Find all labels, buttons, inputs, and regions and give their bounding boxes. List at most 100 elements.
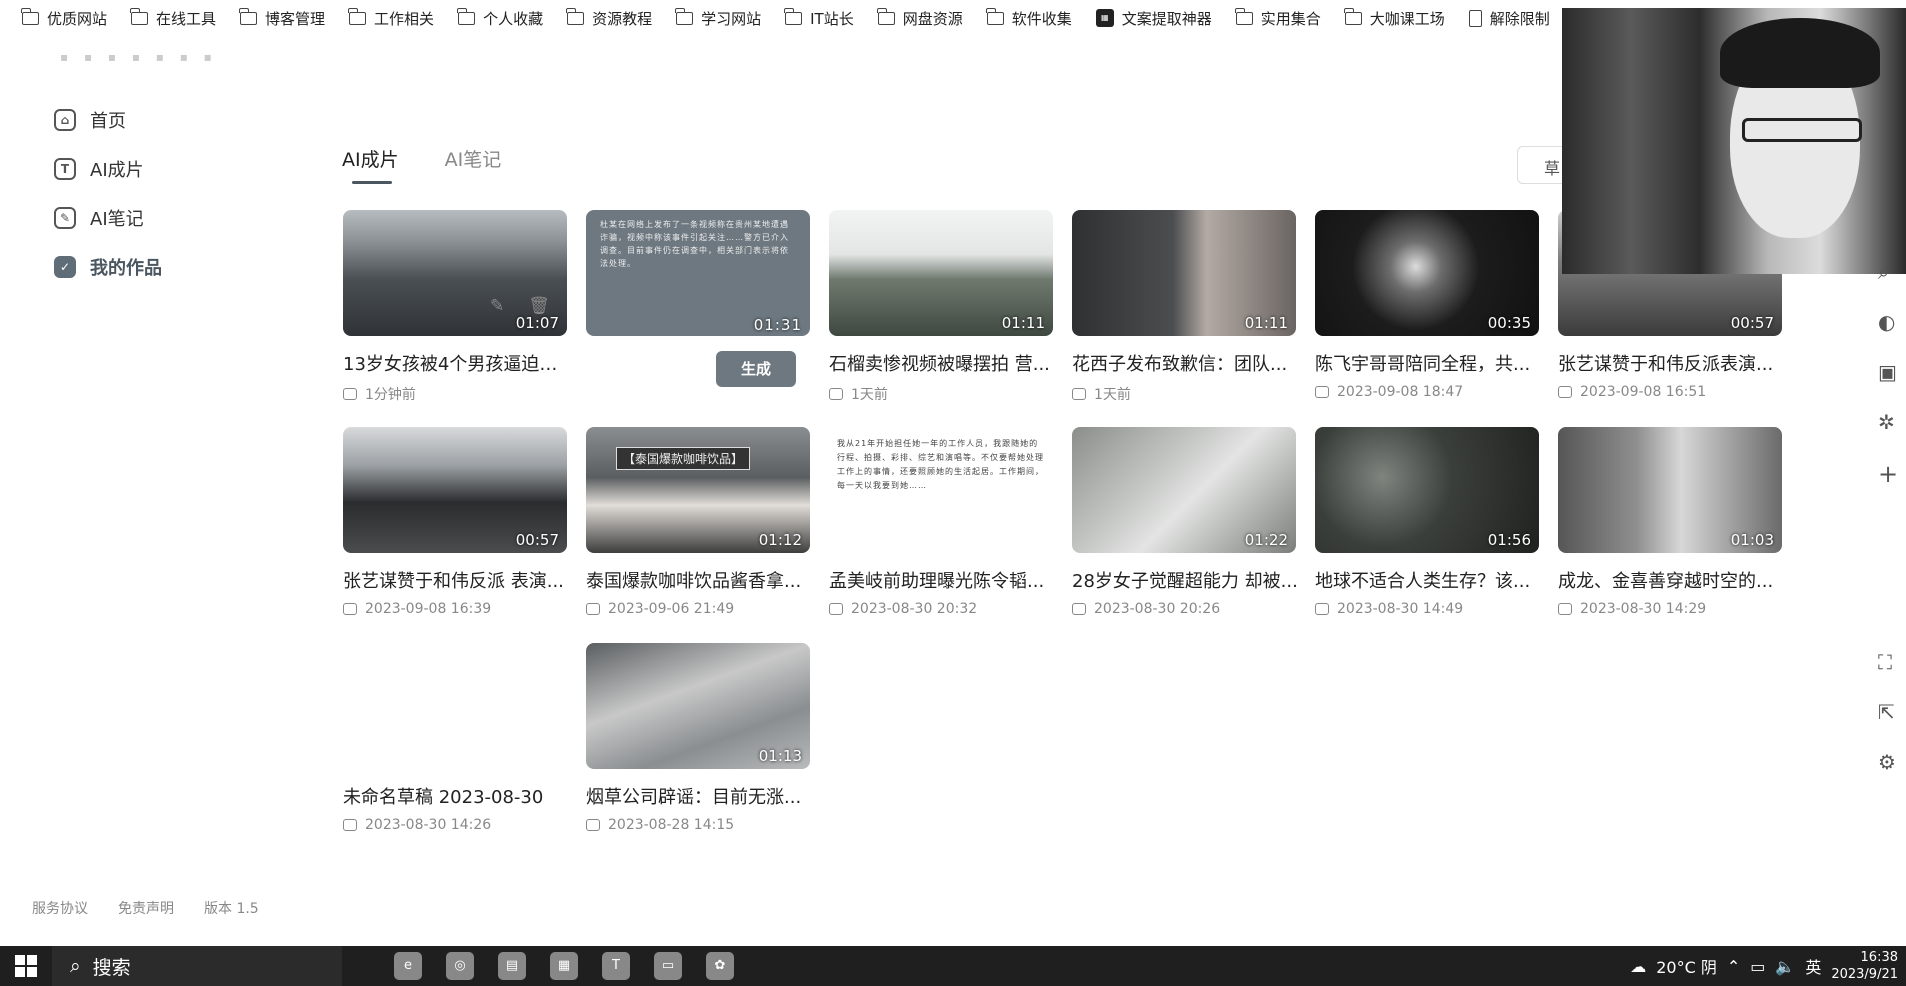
video-thumbnail[interactable]: 01:03 (1558, 427, 1782, 553)
disclaimer-link[interactable]: 免责声明 (118, 898, 174, 918)
taskbar-app[interactable]: ✿ (694, 946, 746, 986)
bookmark-item[interactable]: 在线工具 (119, 0, 228, 36)
work-card[interactable]: 01:11 花西子发布致歉信：团队... 1天前 (1072, 210, 1296, 404)
copilot-icon[interactable]: ◐ (1878, 310, 1895, 334)
card-title[interactable]: 泰国爆款咖啡饮品酱香拿... (586, 567, 814, 593)
sidebar-item-ai-video[interactable]: T AI成片 (54, 149, 144, 189)
bookmark-item[interactable]: 网盘资源 (866, 0, 975, 36)
sidebar-item-my-works[interactable]: ✓ 我的作品 (54, 247, 162, 287)
browser-icon: e (394, 952, 422, 980)
open-external-icon[interactable]: ⇱ (1878, 700, 1895, 724)
volume-icon[interactable]: 🔈 (1775, 957, 1795, 976)
screenshot-icon[interactable]: ⛶ (1878, 650, 1892, 674)
taskbar-app[interactable]: ▤ (486, 946, 538, 986)
duration-label: 01:56 (1487, 531, 1531, 549)
taskbar-app[interactable]: ▭ (642, 946, 694, 986)
taskbar-apps: e ◎ ▤ ▦ T ▭ ✿ (382, 946, 746, 986)
video-thumbnail[interactable] (343, 643, 567, 769)
settings-icon[interactable]: ⚙ (1878, 750, 1896, 774)
flower-icon: ✿ (706, 952, 734, 980)
taskbar-app[interactable]: ▦ (538, 946, 590, 986)
work-card[interactable]: 00:57 张艺谋赞于和伟反派 表演... 2023-09-08 16:39 (343, 427, 567, 617)
work-card[interactable]: 01:22 28岁女子觉醒超能力 却被... 2023-08-30 20:26 (1072, 427, 1298, 617)
card-title[interactable]: 地球不适合人类生存？该... (1315, 567, 1543, 593)
work-card[interactable]: 【泰国爆款咖啡饮品】 01:12 泰国爆款咖啡饮品酱香拿... 2023-09-06 … (586, 427, 810, 617)
video-thumbnail[interactable]: 杜某在网络上发布了一条视频称在贵州某地遭遇诈骗，视频中称该事件引起关注……警方已… (586, 210, 810, 336)
taskbar-search[interactable]: ⌕ 搜索 (52, 946, 342, 986)
work-card[interactable]: 杜某在网络上发布了一条视频称在贵州某地遭遇诈骗，视频中称该事件引起关注……警方已… (586, 210, 810, 336)
folder-icon (21, 7, 39, 25)
tab-ai-notes[interactable]: AI笔记 (445, 145, 502, 184)
bookmark-item[interactable]: 实用集合 (1224, 0, 1333, 36)
bookmark-item[interactable]: 工作相关 (337, 0, 446, 36)
footer-links: 服务协议 免责声明 版本 1.5 (32, 898, 259, 918)
chevron-up-icon[interactable]: ⌃ (1727, 957, 1740, 976)
taskbar-app[interactable]: ◎ (434, 946, 486, 986)
gallery-icon: ▦ (550, 952, 578, 980)
bookmark-item[interactable]: 个人收藏 (446, 0, 555, 36)
work-card[interactable]: 未命名草稿 2023-08-30 2023-08-30 14:26 (343, 643, 567, 833)
card-title[interactable]: 烟草公司辟谣：目前无涨... (586, 783, 814, 809)
bookmark-item[interactable]: 学习网站 (664, 0, 773, 36)
gear-flower-icon[interactable]: ✲ (1878, 410, 1895, 434)
card-title[interactable]: 未命名草稿 2023-08-30 (343, 783, 571, 809)
video-thumbnail[interactable]: 01:56 (1315, 427, 1539, 553)
time: 16:38 (1860, 950, 1898, 965)
work-card[interactable]: 01:13 烟草公司辟谣：目前无涨... 2023-08-28 14:15 (586, 643, 810, 833)
work-card[interactable]: 我从21年开始担任她一年的工作人员，我跟随她的行程、拍摄、彩排、综艺和演唱等。不… (829, 427, 1053, 617)
video-thumbnail[interactable]: 00:57 (343, 427, 567, 553)
generate-button[interactable]: 生成 (716, 351, 796, 387)
sidebar-item-home[interactable]: ⌂ 首页 (54, 100, 126, 140)
ime-indicator[interactable]: 英 (1805, 954, 1821, 978)
work-card[interactable]: 00:35 陈飞宇哥哥陪同全程，共... 2023-09-08 18:47 (1315, 210, 1539, 400)
card-title[interactable]: 孟美岐前助理曝光陈令韬... (829, 567, 1057, 593)
add-icon[interactable]: + (1878, 460, 1898, 488)
card-title[interactable]: 花西子发布致歉信：团队... (1072, 350, 1300, 376)
card-meta: 2023-09-08 18:47 (1315, 384, 1539, 400)
card-title[interactable]: 28岁女子觉醒超能力 却被... (1072, 567, 1300, 593)
bookmark-item[interactable]: ▦ 文案提取神器 (1084, 0, 1224, 36)
card-meta: 2023-08-28 14:15 (586, 817, 810, 833)
tab-ai-video[interactable]: AI成片 (342, 145, 399, 184)
bookmark-item[interactable]: 解除限制 (1457, 0, 1562, 36)
taskbar-app[interactable]: e (382, 946, 434, 986)
bookmark-item[interactable]: 优质网站 (10, 0, 119, 36)
video-thumbnail[interactable]: 00:35 (1315, 210, 1539, 336)
outlook-icon[interactable]: ▣ (1878, 360, 1897, 384)
search-label: 搜索 (92, 956, 131, 979)
video-thumbnail[interactable]: 我从21年开始担任她一年的工作人员，我跟随她的行程、拍摄、彩排、综艺和演唱等。不… (829, 427, 1053, 553)
terms-link[interactable]: 服务协议 (32, 898, 88, 918)
taskbar-app[interactable]: T (590, 946, 642, 986)
card-title[interactable]: 张艺谋赞于和伟反派 表演... (343, 567, 571, 593)
video-thumbnail[interactable]: 01:11 (1072, 210, 1296, 336)
card-title[interactable]: 陈飞宇哥哥陪同全程，共... (1315, 350, 1543, 376)
folder-icon (566, 7, 585, 25)
card-title[interactable]: 成龙、金喜善穿越时空的... (1558, 567, 1786, 593)
card-title[interactable]: 13岁女孩被4个男孩逼迫喝酒 (343, 350, 571, 376)
bookmark-label: 大咖课工场 (1369, 9, 1445, 28)
start-button[interactable] (0, 946, 52, 986)
video-thumbnail[interactable]: 【泰国爆款咖啡饮品】 01:12 (586, 427, 810, 553)
bookmark-item[interactable]: 资源教程 (555, 0, 664, 36)
sidebar-item-ai-notes[interactable]: ✎ AI笔记 (54, 198, 144, 238)
bookmark-item[interactable]: 软件收集 (975, 0, 1084, 36)
weather-text[interactable]: 20°C 阴 (1656, 954, 1717, 978)
search-icon[interactable]: ⌕ (1878, 260, 1889, 284)
edit-icon[interactable]: ✎ (490, 296, 504, 316)
folder-icon (348, 7, 367, 25)
video-thumbnail[interactable]: 01:11 (829, 210, 1053, 336)
video-thumbnail[interactable]: 01:07 (343, 210, 567, 336)
delete-icon[interactable]: 🗑 (528, 296, 550, 316)
bookmark-item[interactable]: 博客管理 (228, 0, 337, 36)
work-card[interactable]: 01:56 地球不适合人类生存？该... 2023-08-30 14:49 (1315, 427, 1539, 617)
clock[interactable]: 16:38 2023/9/21 (1831, 949, 1898, 983)
work-card[interactable]: 01:03 成龙、金喜善穿越时空的... 2023-08-30 14:29 (1558, 427, 1782, 617)
bookmark-item[interactable]: IT站长 (773, 0, 866, 36)
network-icon[interactable]: ▭ (1750, 957, 1765, 976)
video-thumbnail[interactable]: 01:22 (1072, 427, 1296, 553)
card-title[interactable]: 石榴卖惨视频被曝摆拍 营... (829, 350, 1057, 376)
bookmark-item[interactable]: 大咖课工场 (1333, 0, 1457, 36)
card-title[interactable]: 张艺谋赞于和伟反派表演... (1558, 350, 1786, 376)
video-thumbnail[interactable]: 01:13 (586, 643, 810, 769)
work-card[interactable]: 01:11 石榴卖惨视频被曝摆拍 营... 1天前 (829, 210, 1053, 404)
